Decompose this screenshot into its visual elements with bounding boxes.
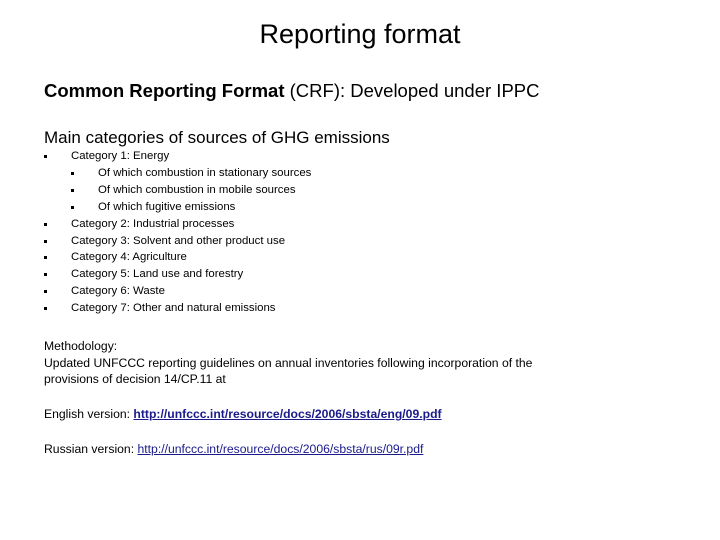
list-item-label: Of which fugitive emissions xyxy=(98,200,236,213)
category-list: Category 1: Energy Of which combustion i… xyxy=(44,148,311,317)
russian-version-label: Russian version: xyxy=(44,442,138,456)
list-item-label: Category 2: Industrial processes xyxy=(71,217,235,230)
methodology-block: Methodology: Updated UNFCCC reporting gu… xyxy=(44,338,532,388)
list-item: Category 3: Solvent and other product us… xyxy=(44,233,311,250)
russian-version-line: Russian version: http://unfccc.int/resou… xyxy=(44,441,423,457)
section-heading: Main categories of sources of GHG emissi… xyxy=(44,128,390,147)
bullet-icon xyxy=(44,239,47,243)
bullet-icon xyxy=(71,188,74,192)
list-item: Category 4: Agriculture xyxy=(44,249,311,266)
methodology-line-2: provisions of decision 14/CP.11 at xyxy=(44,372,226,386)
list-item: Category 2: Industrial processes xyxy=(44,216,311,233)
bullet-icon xyxy=(44,256,47,260)
subtitle-rest: (CRF): Developed under IPPC xyxy=(284,80,540,101)
list-item-label: Category 6: Waste xyxy=(71,285,165,298)
list-item-label: Category 3: Solvent and other product us… xyxy=(71,234,286,247)
bullet-icon xyxy=(44,290,47,294)
list-item-label: Of which combustion in stationary source… xyxy=(98,166,312,179)
russian-version-link[interactable]: http://unfccc.int/resource/docs/2006/sbs… xyxy=(137,442,423,456)
list-item-label: Category 7: Other and natural emissions xyxy=(71,302,276,315)
list-item-label: Category 4: Agriculture xyxy=(71,251,187,264)
list-item-label: Of which combustion in mobile sources xyxy=(98,183,296,196)
english-version-label: English version: xyxy=(44,407,134,421)
bullet-icon xyxy=(71,171,74,175)
methodology-line-1: Updated UNFCCC reporting guidelines on a… xyxy=(44,355,533,370)
bullet-icon xyxy=(71,205,74,209)
slide-title: Reporting format xyxy=(259,19,461,49)
list-item: Of which combustion in mobile sources xyxy=(44,182,311,199)
bullet-icon xyxy=(44,155,47,158)
list-item: Of which combustion in stationary source… xyxy=(44,165,311,182)
bullet-icon xyxy=(44,222,47,226)
list-item: Category 5: Land use and forestry xyxy=(44,266,311,283)
list-item: Category 1: Energy xyxy=(44,148,311,165)
english-version-link[interactable]: http://unfccc.int/resource/docs/2006/sbs… xyxy=(133,407,441,421)
methodology-label: Methodology: xyxy=(44,339,118,353)
english-version-line: English version: http://unfccc.int/resou… xyxy=(44,406,442,422)
list-item-label: Category 1: Energy xyxy=(71,150,170,162)
list-item: Category 7: Other and natural emissions xyxy=(44,300,311,317)
bullet-icon xyxy=(44,273,47,277)
subtitle-bold: Common Reporting Format xyxy=(44,80,285,101)
list-item: Of which fugitive emissions xyxy=(44,199,311,216)
list-item: Category 6: Waste xyxy=(44,283,311,300)
bullet-icon xyxy=(44,307,47,311)
list-item-label: Category 5: Land use and forestry xyxy=(71,268,244,281)
subtitle: Common Reporting Format (CRF): Developed… xyxy=(44,78,540,104)
